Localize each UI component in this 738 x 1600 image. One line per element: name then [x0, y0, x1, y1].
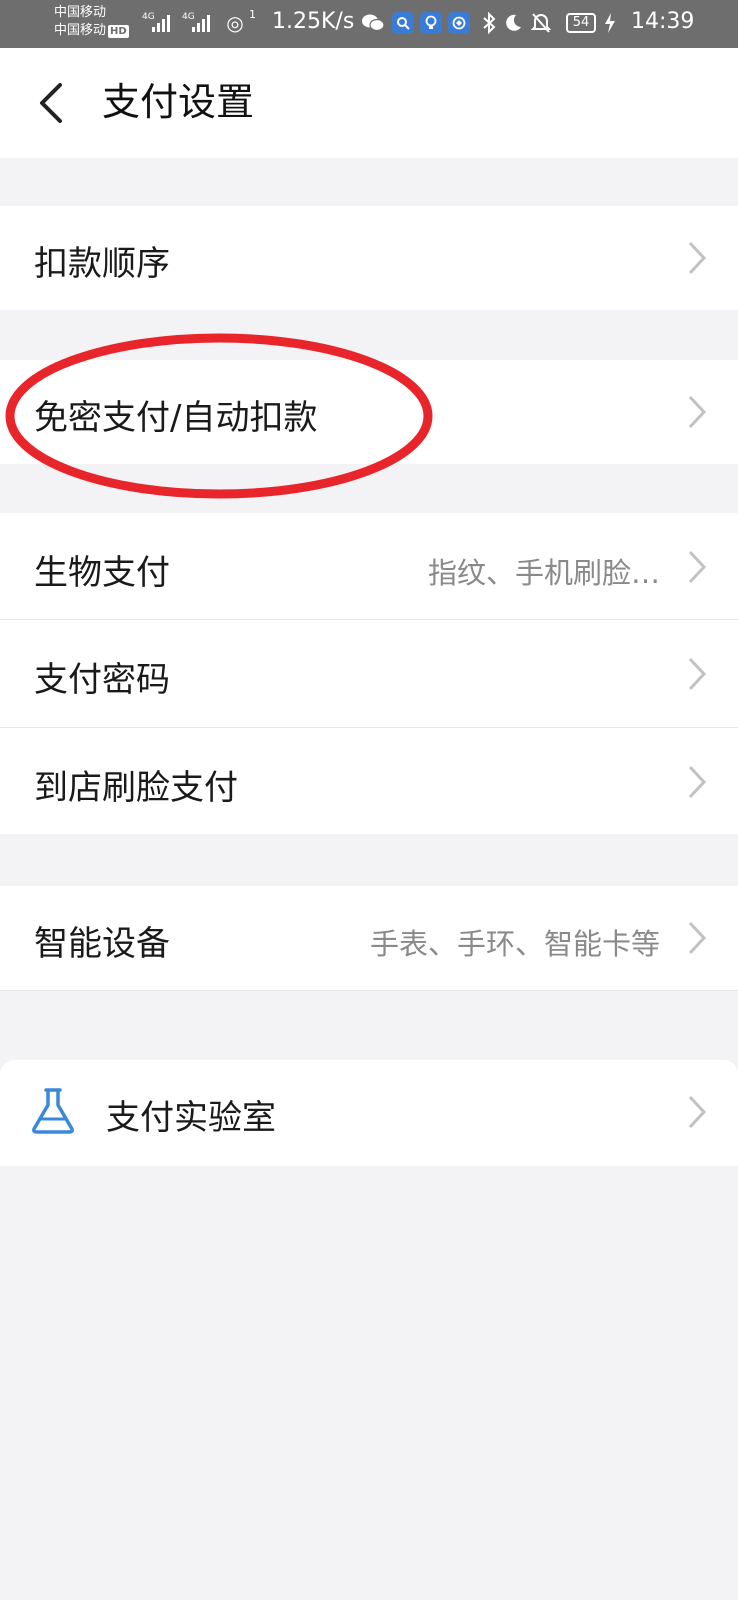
hd-badge: HD — [108, 25, 129, 38]
chevron-right-icon — [686, 394, 708, 430]
password-free-payment-row[interactable]: 免密支付/自动扣款 — [0, 360, 738, 464]
signal-2-icon — [192, 12, 210, 32]
deduction-order-row[interactable]: 扣款顺序 — [0, 206, 738, 310]
smart-devices-value: 手表、手环、智能卡等 — [369, 927, 660, 961]
smart-devices-label: 智能设备 — [34, 924, 170, 964]
carrier-2: 中国移动 — [54, 23, 107, 38]
back-arrow-icon[interactable] — [34, 79, 74, 127]
pay-password-row[interactable]: 支付密码 — [0, 620, 738, 727]
page-title: 支付设置 — [102, 80, 255, 124]
mute-bell-icon — [528, 10, 554, 36]
pay-lab-row[interactable]: 支付实验室 — [0, 1060, 738, 1166]
hotspot-count: 1 — [249, 8, 256, 21]
pay-lab-label: 支付实验室 — [106, 1098, 276, 1138]
network-speed: 1.25K/s — [272, 9, 355, 34]
cube-app-icon — [448, 12, 470, 34]
carrier-1: 中国移动 — [54, 5, 107, 20]
wechat-icon — [360, 10, 386, 36]
app-header: 支付设置 — [0, 48, 738, 158]
chevron-right-icon — [686, 764, 708, 800]
battery-indicator: 54 — [566, 13, 596, 33]
biometric-payment-label: 生物支付 — [34, 553, 170, 593]
pay-password-label: 支付密码 — [34, 660, 170, 700]
moon-icon — [500, 10, 526, 36]
hotspot-icon: ◎ — [226, 11, 244, 35]
status-bar: 中国移动 中国移动 HD 4G 4G ◎ 1 1.25K/s 54 14:39 — [0, 0, 738, 48]
flask-icon — [30, 1087, 76, 1135]
store-face-pay-row[interactable]: 到店刷脸支付 — [0, 728, 738, 834]
bluetooth-icon — [476, 10, 502, 36]
chevron-right-icon — [686, 1094, 708, 1130]
carrier-info: 中国移动 中国移动 HD — [54, 4, 129, 40]
bulb-app-icon — [420, 12, 442, 34]
chevron-right-icon — [686, 920, 708, 956]
smart-devices-row[interactable]: 智能设备 手表、手环、智能卡等 — [0, 886, 738, 990]
deduction-order-label: 扣款顺序 — [34, 244, 170, 284]
divider — [0, 990, 738, 991]
password-free-payment-label: 免密支付/自动扣款 — [34, 398, 318, 438]
clock: 14:39 — [631, 9, 695, 34]
biometric-payment-row[interactable]: 生物支付 指纹、手机刷脸… — [0, 513, 738, 619]
chevron-right-icon — [686, 240, 708, 276]
chevron-right-icon — [686, 656, 708, 692]
chevron-right-icon — [686, 549, 708, 585]
store-face-pay-label: 到店刷脸支付 — [34, 768, 238, 808]
charging-icon — [601, 10, 619, 36]
signal-1-icon — [152, 12, 170, 32]
search-app-icon — [392, 12, 414, 34]
biometric-payment-value: 指纹、手机刷脸… — [427, 556, 660, 590]
